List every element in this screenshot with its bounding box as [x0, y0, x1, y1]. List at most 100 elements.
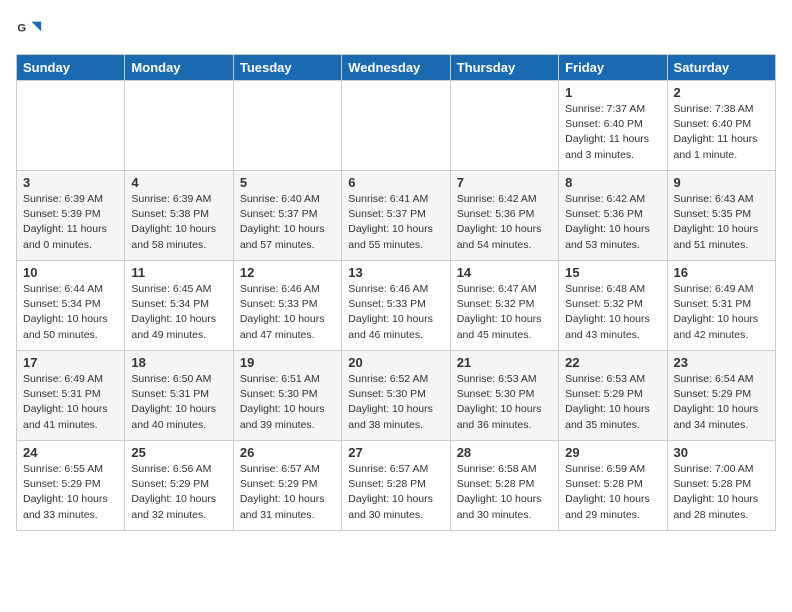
day-number: 20: [348, 355, 443, 370]
calendar-body: 1 Sunrise: 7:37 AM Sunset: 6:40 PM Daylig…: [17, 81, 776, 531]
calendar-cell: 9 Sunrise: 6:43 AM Sunset: 5:35 PM Daylig…: [667, 171, 775, 261]
day-number: 14: [457, 265, 552, 280]
day-info: Sunrise: 6:48 AM Sunset: 5:32 PM Dayligh…: [565, 282, 660, 343]
day-info: Sunrise: 7:38 AM Sunset: 6:40 PM Dayligh…: [674, 102, 769, 163]
day-info: Sunrise: 6:49 AM Sunset: 5:31 PM Dayligh…: [674, 282, 769, 343]
calendar-header-row: SundayMondayTuesdayWednesdayThursdayFrid…: [17, 55, 776, 81]
calendar-cell: 6Sunrise: 6:41 AM Sunset: 5:37 PM Daylig…: [342, 171, 450, 261]
day-info: Sunrise: 6:53 AM Sunset: 5:29 PM Dayligh…: [565, 372, 660, 433]
day-number: 2: [674, 85, 769, 100]
day-number: 4: [131, 175, 226, 190]
day-info: Sunrise: 6:46 AM Sunset: 5:33 PM Dayligh…: [240, 282, 335, 343]
calendar-cell: 23 Sunrise: 6:54 AM Sunset: 5:29 PM Dayli…: [667, 351, 775, 441]
calendar-cell: 16 Sunrise: 6:49 AM Sunset: 5:31 PM Dayli…: [667, 261, 775, 351]
calendar-cell: 25 Sunrise: 6:56 AM Sunset: 5:29 PM Dayli…: [125, 441, 233, 531]
calendar-cell: 4 Sunrise: 6:39 AM Sunset: 5:38 PM Daylig…: [125, 171, 233, 261]
day-info: Sunrise: 6:59 AM Sunset: 5:28 PM Dayligh…: [565, 462, 660, 523]
day-number: 13: [348, 265, 443, 280]
calendar-cell: 29 Sunrise: 6:59 AM Sunset: 5:28 PM Dayli…: [559, 441, 667, 531]
day-info: Sunrise: 6:42 AM Sunset: 5:36 PM Dayligh…: [457, 192, 552, 253]
day-number: 1: [565, 85, 660, 100]
day-number: 7: [457, 175, 552, 190]
day-info: Sunrise: 6:57 AM Sunset: 5:28 PM Dayligh…: [348, 462, 443, 523]
calendar-week-row: 10Sunrise: 6:44 AM Sunset: 5:34 PM Dayli…: [17, 261, 776, 351]
day-info: Sunrise: 6:57 AM Sunset: 5:29 PM Dayligh…: [240, 462, 335, 523]
calendar-cell: 22 Sunrise: 6:53 AM Sunset: 5:29 PM Dayli…: [559, 351, 667, 441]
day-info: Sunrise: 6:44 AM Sunset: 5:34 PM Dayligh…: [23, 282, 118, 343]
day-number: 3: [23, 175, 118, 190]
calendar-cell: 27 Sunrise: 6:57 AM Sunset: 5:28 PM Dayli…: [342, 441, 450, 531]
calendar-cell: 7 Sunrise: 6:42 AM Sunset: 5:36 PM Daylig…: [450, 171, 558, 261]
calendar-cell: 20 Sunrise: 6:52 AM Sunset: 5:30 PM Dayli…: [342, 351, 450, 441]
calendar-cell: 13 Sunrise: 6:46 AM Sunset: 5:33 PM Dayli…: [342, 261, 450, 351]
svg-text:G: G: [17, 22, 26, 34]
calendar-cell: 5 Sunrise: 6:40 AM Sunset: 5:37 PM Daylig…: [233, 171, 341, 261]
day-info: Sunrise: 6:46 AM Sunset: 5:33 PM Dayligh…: [348, 282, 443, 343]
calendar-week-row: 17 Sunrise: 6:49 AM Sunset: 5:31 PM Dayli…: [17, 351, 776, 441]
day-number: 21: [457, 355, 552, 370]
day-info: Sunrise: 6:43 AM Sunset: 5:35 PM Dayligh…: [674, 192, 769, 253]
day-number: 24: [23, 445, 118, 460]
logo-icon: G: [16, 16, 44, 44]
day-number: 15: [565, 265, 660, 280]
day-info: Sunrise: 6:52 AM Sunset: 5:30 PM Dayligh…: [348, 372, 443, 433]
day-info: Sunrise: 7:37 AM Sunset: 6:40 PM Dayligh…: [565, 102, 660, 163]
calendar-cell: 1 Sunrise: 7:37 AM Sunset: 6:40 PM Daylig…: [559, 81, 667, 171]
day-number: 27: [348, 445, 443, 460]
day-number: 12: [240, 265, 335, 280]
calendar-cell: [233, 81, 341, 171]
weekday-header: Wednesday: [342, 55, 450, 81]
weekday-header: Sunday: [17, 55, 125, 81]
day-info: Sunrise: 7:00 AM Sunset: 5:28 PM Dayligh…: [674, 462, 769, 523]
day-number: 26: [240, 445, 335, 460]
logo: G: [16, 16, 48, 44]
calendar-cell: 24 Sunrise: 6:55 AM Sunset: 5:29 PM Dayli…: [17, 441, 125, 531]
calendar-cell: 26 Sunrise: 6:57 AM Sunset: 5:29 PM Dayli…: [233, 441, 341, 531]
day-info: Sunrise: 6:45 AM Sunset: 5:34 PM Dayligh…: [131, 282, 226, 343]
calendar-cell: 12 Sunrise: 6:46 AM Sunset: 5:33 PM Dayli…: [233, 261, 341, 351]
day-number: 9: [674, 175, 769, 190]
weekday-header: Friday: [559, 55, 667, 81]
weekday-header: Monday: [125, 55, 233, 81]
day-number: 22: [565, 355, 660, 370]
day-number: 8: [565, 175, 660, 190]
day-number: 29: [565, 445, 660, 460]
calendar-week-row: 1 Sunrise: 7:37 AM Sunset: 6:40 PM Daylig…: [17, 81, 776, 171]
calendar-week-row: 3 Sunrise: 6:39 AM Sunset: 5:39 PM Daylig…: [17, 171, 776, 261]
day-number: 16: [674, 265, 769, 280]
day-info: Sunrise: 6:39 AM Sunset: 5:39 PM Dayligh…: [23, 192, 118, 253]
day-info: Sunrise: 6:50 AM Sunset: 5:31 PM Dayligh…: [131, 372, 226, 433]
calendar-cell: 10Sunrise: 6:44 AM Sunset: 5:34 PM Dayli…: [17, 261, 125, 351]
day-info: Sunrise: 6:49 AM Sunset: 5:31 PM Dayligh…: [23, 372, 118, 433]
calendar-table: SundayMondayTuesdayWednesdayThursdayFrid…: [16, 54, 776, 531]
day-info: Sunrise: 6:55 AM Sunset: 5:29 PM Dayligh…: [23, 462, 118, 523]
weekday-header: Tuesday: [233, 55, 341, 81]
day-number: 18: [131, 355, 226, 370]
day-info: Sunrise: 6:47 AM Sunset: 5:32 PM Dayligh…: [457, 282, 552, 343]
calendar-cell: 2 Sunrise: 7:38 AM Sunset: 6:40 PM Daylig…: [667, 81, 775, 171]
calendar-cell: [125, 81, 233, 171]
day-info: Sunrise: 6:39 AM Sunset: 5:38 PM Dayligh…: [131, 192, 226, 253]
calendar-cell: 3 Sunrise: 6:39 AM Sunset: 5:39 PM Daylig…: [17, 171, 125, 261]
calendar-cell: 11Sunrise: 6:45 AM Sunset: 5:34 PM Dayli…: [125, 261, 233, 351]
day-info: Sunrise: 6:51 AM Sunset: 5:30 PM Dayligh…: [240, 372, 335, 433]
day-info: Sunrise: 6:54 AM Sunset: 5:29 PM Dayligh…: [674, 372, 769, 433]
calendar-cell: [17, 81, 125, 171]
day-number: 17: [23, 355, 118, 370]
day-info: Sunrise: 6:53 AM Sunset: 5:30 PM Dayligh…: [457, 372, 552, 433]
weekday-header: Thursday: [450, 55, 558, 81]
calendar-cell: 30Sunrise: 7:00 AM Sunset: 5:28 PM Dayli…: [667, 441, 775, 531]
weekday-header: Saturday: [667, 55, 775, 81]
calendar-cell: 28Sunrise: 6:58 AM Sunset: 5:28 PM Dayli…: [450, 441, 558, 531]
day-number: 5: [240, 175, 335, 190]
calendar-cell: 18 Sunrise: 6:50 AM Sunset: 5:31 PM Dayli…: [125, 351, 233, 441]
day-number: 28: [457, 445, 552, 460]
day-number: 19: [240, 355, 335, 370]
day-number: 25: [131, 445, 226, 460]
calendar-cell: 8Sunrise: 6:42 AM Sunset: 5:36 PM Daylig…: [559, 171, 667, 261]
day-number: 23: [674, 355, 769, 370]
day-info: Sunrise: 6:41 AM Sunset: 5:37 PM Dayligh…: [348, 192, 443, 253]
calendar-cell: [342, 81, 450, 171]
day-info: Sunrise: 6:40 AM Sunset: 5:37 PM Dayligh…: [240, 192, 335, 253]
day-info: Sunrise: 6:56 AM Sunset: 5:29 PM Dayligh…: [131, 462, 226, 523]
